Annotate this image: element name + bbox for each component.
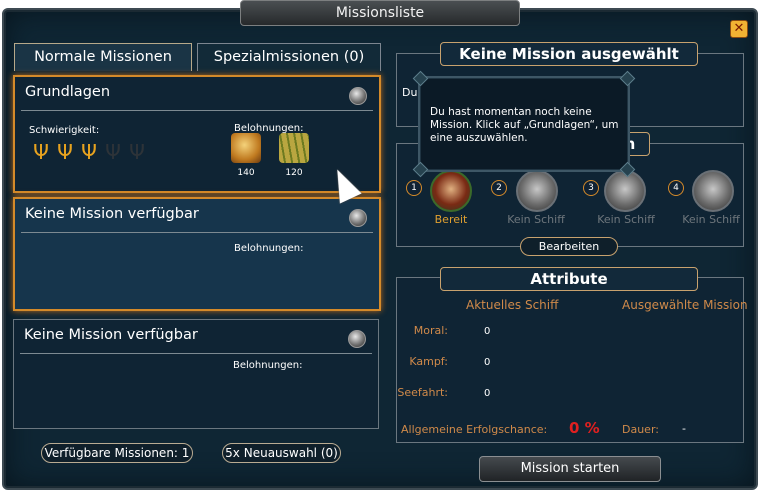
refresh-icon[interactable] bbox=[349, 209, 367, 227]
tab-special-missions[interactable]: Spezialmissionen (0) bbox=[197, 43, 381, 71]
slot-status: Bereit bbox=[434, 213, 468, 226]
start-mission-button[interactable]: Mission starten bbox=[479, 456, 661, 482]
gold-coins-icon bbox=[231, 133, 261, 163]
col-current-ship: Aktuelles Schiff bbox=[466, 298, 559, 312]
attr-label-kampf: Kampf: bbox=[409, 355, 448, 368]
ship-icon[interactable] bbox=[516, 170, 558, 212]
mission-card-empty[interactable]: Keine Mission verfügbar Belohnungen: bbox=[13, 197, 381, 311]
mission-card-empty[interactable]: Keine Mission verfügbar Belohnungen: bbox=[13, 319, 379, 429]
trident-icon: Ψ bbox=[33, 140, 49, 164]
trident-icon: Ψ bbox=[129, 140, 145, 164]
difficulty-label: Schwierigkeit: bbox=[29, 125, 100, 136]
ship-icon[interactable] bbox=[430, 170, 472, 212]
refresh-icon[interactable] bbox=[349, 87, 367, 105]
close-button[interactable]: ✕ bbox=[730, 20, 748, 38]
reselect-button[interactable]: 5x Neuauswahl (0) bbox=[222, 443, 341, 463]
ship-icon[interactable] bbox=[604, 170, 646, 212]
trident-icon: Ψ bbox=[81, 140, 97, 164]
slot-status: Kein Schiff bbox=[682, 213, 740, 226]
attr-label-moral: Moral: bbox=[413, 324, 448, 337]
slot-number: 3 bbox=[583, 180, 599, 196]
attr-value-kampf: 0 bbox=[484, 357, 491, 368]
attr-label-seefahrt: Seefahrt: bbox=[397, 386, 448, 399]
slot-number: 2 bbox=[491, 180, 507, 196]
reward-bamboo-value: 120 bbox=[285, 168, 303, 178]
available-missions-counter: Verfügbare Missionen: 1 bbox=[41, 443, 193, 463]
divider bbox=[21, 232, 373, 233]
selection-text: Du bbox=[402, 86, 418, 99]
edit-fleet-button[interactable]: Bearbeiten bbox=[520, 237, 618, 256]
bamboo-bundle-icon bbox=[279, 133, 309, 163]
window-title: Missionsliste bbox=[240, 0, 520, 26]
duration-label: Dauer: bbox=[622, 423, 659, 436]
mission-title: Keine Mission verfügbar bbox=[25, 206, 199, 222]
trident-icon: Ψ bbox=[57, 140, 73, 164]
slot-number: 1 bbox=[406, 180, 422, 196]
attr-value-seefahrt: 0 bbox=[484, 388, 491, 399]
slot-status: Kein Schiff bbox=[597, 213, 655, 226]
slot-status: Kein Schiff bbox=[507, 213, 565, 226]
ship-icon[interactable] bbox=[692, 170, 734, 212]
divider bbox=[21, 110, 373, 111]
tab-normal-missions[interactable]: Normale Missionen bbox=[14, 43, 192, 71]
attr-value-moral: 0 bbox=[484, 326, 491, 337]
success-chance-label: Allgemeine Erfolgschance: bbox=[401, 423, 548, 436]
trident-icon: Ψ bbox=[105, 140, 121, 164]
rewards-label: Belohnungen: bbox=[233, 360, 303, 371]
divider bbox=[20, 353, 372, 354]
refresh-icon[interactable] bbox=[348, 330, 366, 348]
rewards-label: Belohnungen: bbox=[234, 243, 304, 254]
tooltip-text: Du hast momentan noch keine Mission. Kli… bbox=[430, 106, 619, 144]
mission-title: Grundlagen bbox=[25, 84, 111, 100]
slot-number: 4 bbox=[668, 180, 684, 196]
selection-header: Keine Mission ausgewählt bbox=[440, 42, 698, 66]
attributes-header: Attribute bbox=[440, 267, 698, 291]
tooltip: Du hast momentan noch keine Mission. Kli… bbox=[412, 70, 636, 178]
reward-gold-value: 140 bbox=[237, 168, 255, 178]
mission-title: Keine Mission verfügbar bbox=[24, 327, 198, 343]
success-chance-value: 0 % bbox=[569, 419, 600, 437]
duration-value: - bbox=[682, 422, 686, 435]
col-selected-mission: Ausgewählte Mission bbox=[622, 298, 748, 312]
